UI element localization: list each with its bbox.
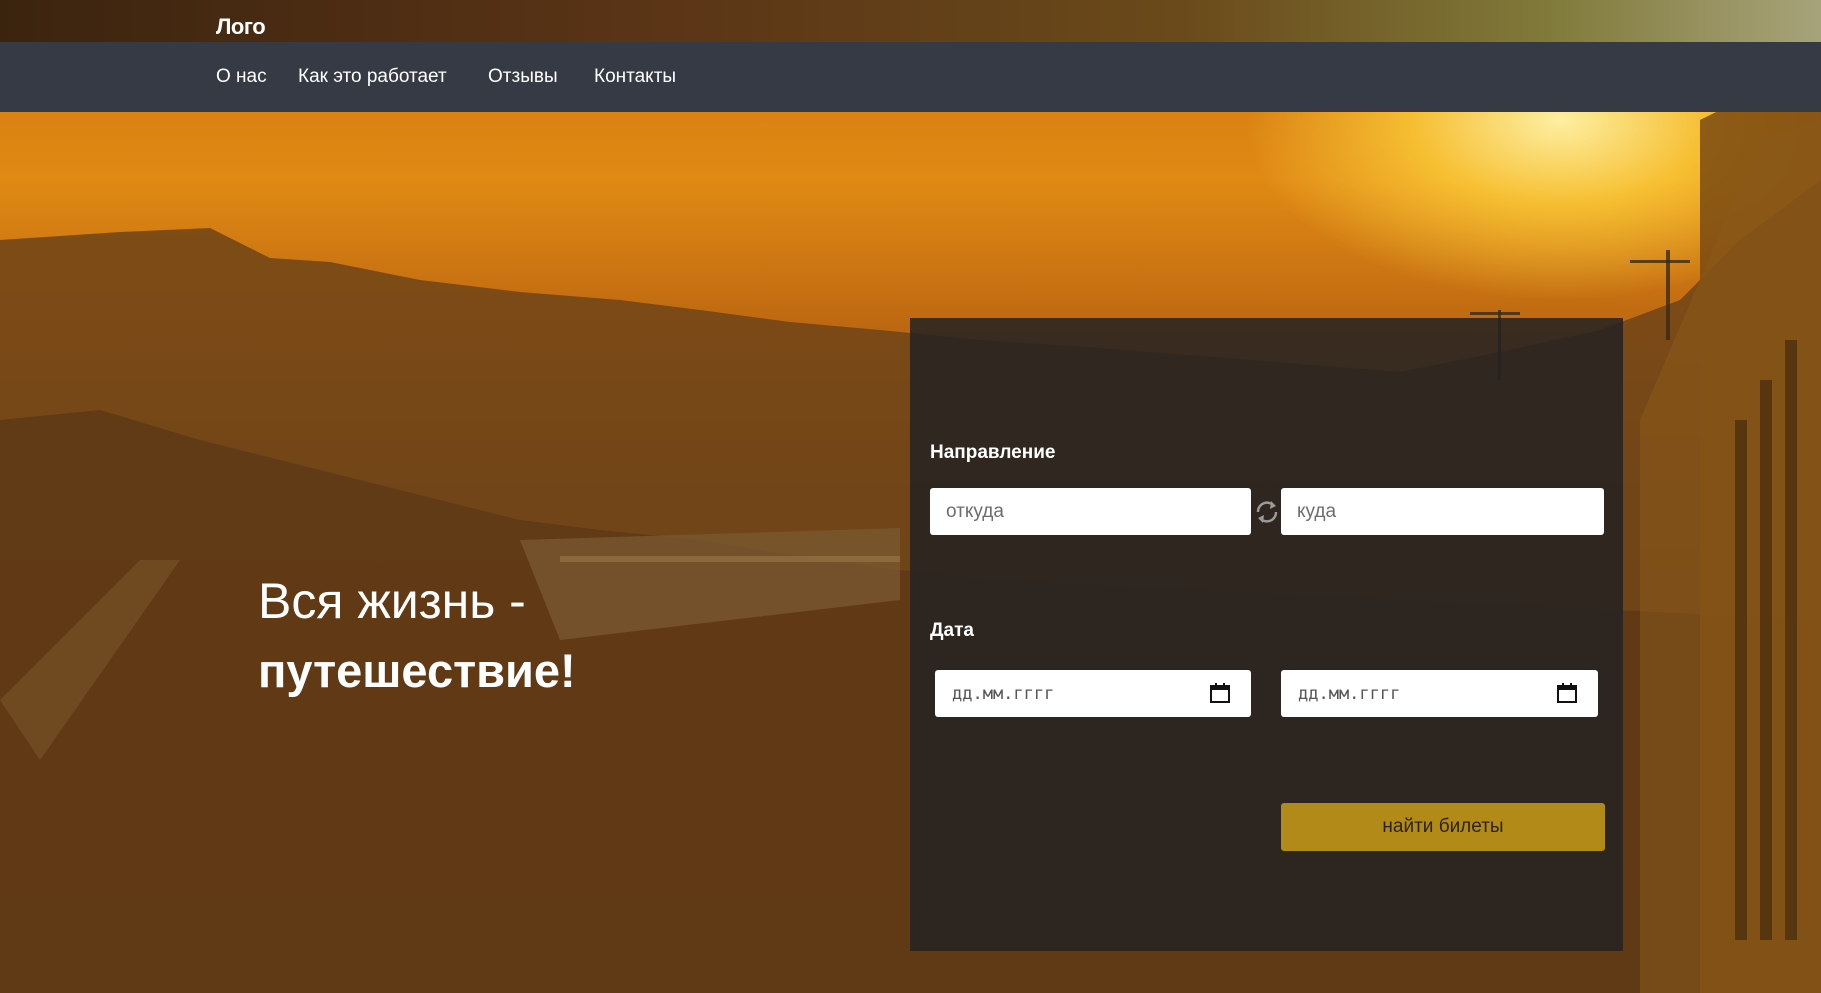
- hero-line-2: путешествие!: [258, 644, 576, 697]
- header-bar: Лого: [0, 0, 1821, 42]
- date-from-input[interactable]: дд.мм.гггг: [935, 670, 1251, 717]
- nav-item-contacts[interactable]: Контакты: [594, 66, 676, 88]
- date-label: Дата: [930, 620, 974, 641]
- nav-item-about[interactable]: О нас: [216, 66, 267, 88]
- hero-line-1: Вся жизнь -: [258, 573, 526, 629]
- page: Лого О нас Как это работает Отзывы Конта…: [0, 0, 1821, 993]
- date-from-placeholder: дд.мм.гггг: [952, 684, 1055, 704]
- hero-slogan: Вся жизнь - путешествие!: [258, 566, 576, 706]
- find-tickets-button[interactable]: найти билеты: [1281, 803, 1605, 851]
- from-input[interactable]: [930, 488, 1251, 535]
- nav-item-reviews[interactable]: Отзывы: [488, 66, 558, 88]
- date-to-placeholder: дд.мм.гггг: [1298, 684, 1401, 704]
- nav-item-how-it-works[interactable]: Как это работает: [298, 66, 447, 88]
- swap-arrows-icon[interactable]: [1252, 498, 1282, 526]
- ticket-search-panel: [910, 318, 1623, 951]
- direction-label: Направление: [930, 442, 1056, 463]
- to-input[interactable]: [1281, 488, 1604, 535]
- main-navbar: О нас Как это работает Отзывы Контакты: [0, 42, 1821, 112]
- date-to-input[interactable]: дд.мм.гггг: [1281, 670, 1598, 717]
- calendar-icon[interactable]: [1209, 682, 1231, 704]
- logo[interactable]: Лого: [216, 14, 266, 40]
- calendar-icon[interactable]: [1556, 682, 1578, 704]
